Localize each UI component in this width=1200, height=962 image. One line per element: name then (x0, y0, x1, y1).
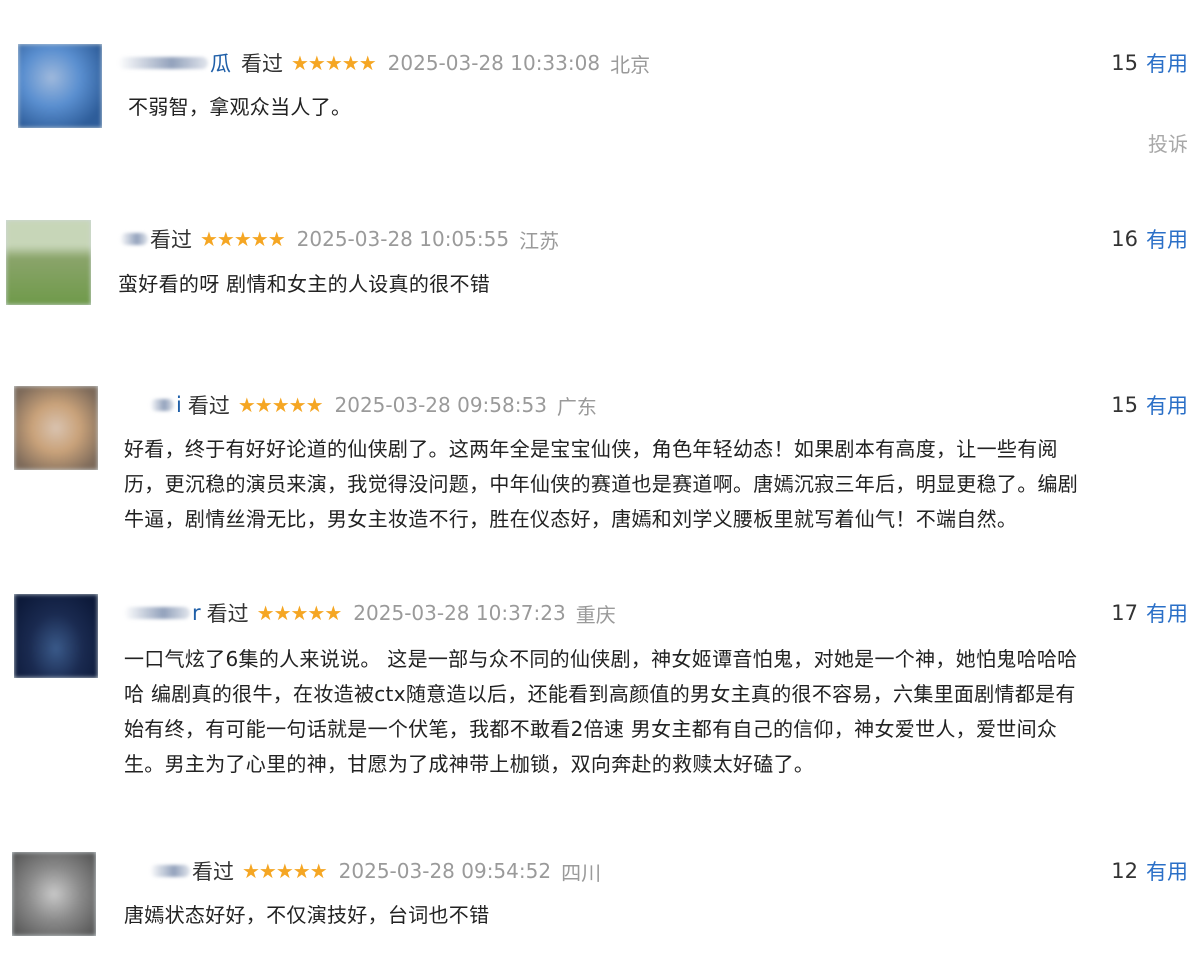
comment-location: 江苏 (519, 228, 560, 253)
vote-area: 16 有用 (1111, 222, 1188, 256)
username-blurred[interactable] (118, 57, 208, 69)
username[interactable]: i (176, 393, 182, 417)
useful-button[interactable]: 有用 (1146, 598, 1188, 628)
comment-header: 看过 ★★★★★ 2025-03-28 10:05:55 江苏 (120, 222, 559, 256)
comment-header: 瓜 看过 ★★★★★ 2025-03-28 10:33:08 北京 (118, 46, 650, 80)
useful-button[interactable]: 有用 (1146, 224, 1188, 254)
comment-text: 蛮好看的呀 剧情和女主的人设真的很不错 (118, 272, 491, 296)
username[interactable]: r (192, 601, 201, 625)
comment-text: 一口气炫了6集的人来说说。 这是一部与众不同的仙侠剧，神女姬谭音怕鬼，对她是一个… (124, 642, 1077, 782)
useful-count: 15 (1111, 51, 1138, 75)
comment-time: 2025-03-28 09:58:53 (334, 393, 547, 417)
avatar-image (12, 852, 96, 936)
useful-button[interactable]: 有用 (1146, 856, 1188, 886)
avatar[interactable] (12, 852, 96, 936)
username-blurred[interactable] (124, 607, 190, 619)
comment-text: 唐嫣状态好好，不仅演技好，台词也不错 (124, 903, 490, 927)
comment-time: 2025-03-28 10:05:55 (296, 227, 510, 251)
watch-status: 看过 (150, 228, 192, 252)
comment-text: 不弱智，拿观众当人了。 (128, 95, 352, 119)
comment-text-line: 历，更沉稳的演员来演，我觉得没问题，中年仙侠的赛道也是赛道啊。唐嫣沉寂三年后，明… (124, 472, 1079, 496)
useful-count: 16 (1111, 227, 1138, 251)
comment-location: 北京 (610, 52, 651, 77)
comment-location: 重庆 (575, 602, 616, 627)
comment-location: 四川 (561, 860, 602, 885)
comment-text-line: 哈 编剧真的很牛，在妆造被ctx随意造以后，还能看到高颜值的男女主真的很不容易，… (124, 682, 1076, 706)
vote-area: 17 有用 (1111, 596, 1188, 630)
vote-area: 15 有用 (1111, 46, 1188, 80)
username-blurred[interactable] (120, 233, 148, 245)
comment-time: 2025-03-28 10:33:08 (387, 51, 601, 75)
rating-stars: ★★★★★ (237, 393, 324, 417)
rating-stars: ★★★★★ (200, 227, 286, 251)
username-blurred[interactable] (150, 399, 174, 411)
comment-text-line: 生。男主为了心里的神，甘愿为了成神带上枷锁，双向奔赴的救赎太好磕了。 (124, 752, 815, 776)
watch-status: 看过 (192, 860, 234, 884)
comment-location: 广东 (556, 394, 597, 419)
comment-text-line: 始有终，有可能一句话就是一个伏笔，我都不敢看2倍速 男女主都有自己的信仰，神女爱… (124, 717, 1058, 741)
vote-area: 15 有用 (1111, 388, 1188, 422)
avatar-image (14, 386, 98, 470)
rating-stars: ★★★★★ (256, 601, 343, 625)
comment-text-line: 好看，终于有好好论道的仙侠剧了。这两年全是宝宝仙侠，角色年轻幼态！如果剧本有高度… (124, 437, 1058, 461)
username[interactable]: 瓜 (210, 48, 231, 78)
comment-text-line: 牛逼，剧情丝滑无比，男女主妆造不行，胜在仪态好，唐嫣和刘学义腰板里就写着仙气！不… (124, 507, 1018, 531)
watch-status: 看过 (206, 602, 249, 626)
comment-header: r 看过 ★★★★★ 2025-03-28 10:37:23 重庆 (124, 596, 616, 630)
rating-stars: ★★★★★ (242, 859, 328, 883)
comment-time: 2025-03-28 09:54:52 (338, 859, 552, 883)
useful-count: 15 (1111, 393, 1138, 417)
comment-text: 好看，终于有好好论道的仙侠剧了。这两年全是宝宝仙侠，角色年轻幼态！如果剧本有高度… (124, 432, 1078, 537)
watch-status: 看过 (241, 52, 283, 76)
rating-stars: ★★★★★ (291, 51, 377, 75)
useful-button[interactable]: 有用 (1146, 390, 1188, 420)
avatar-image (6, 220, 91, 305)
avatar-image (14, 594, 98, 678)
avatar-image (18, 44, 102, 128)
comment-header: 看过 ★★★★★ 2025-03-28 09:54:52 四川 (150, 854, 601, 888)
avatar[interactable] (18, 44, 102, 128)
avatar[interactable] (14, 386, 98, 470)
avatar[interactable] (6, 220, 91, 305)
comment-text-line: 一口气炫了6集的人来说说。 这是一部与众不同的仙侠剧，神女姬谭音怕鬼，对她是一个… (124, 647, 1078, 671)
comment-header: i 看过 ★★★★★ 2025-03-28 09:58:53 广东 (150, 388, 597, 422)
useful-button[interactable]: 有用 (1146, 48, 1188, 78)
comment-time: 2025-03-28 10:37:23 (353, 601, 566, 625)
username-blurred[interactable] (150, 865, 190, 877)
watch-status: 看过 (187, 394, 230, 418)
useful-count: 12 (1111, 859, 1138, 883)
report-button[interactable]: 投诉 (1148, 128, 1188, 157)
useful-count: 17 (1111, 601, 1138, 625)
vote-area: 12 有用 (1111, 854, 1188, 888)
avatar[interactable] (14, 594, 98, 678)
